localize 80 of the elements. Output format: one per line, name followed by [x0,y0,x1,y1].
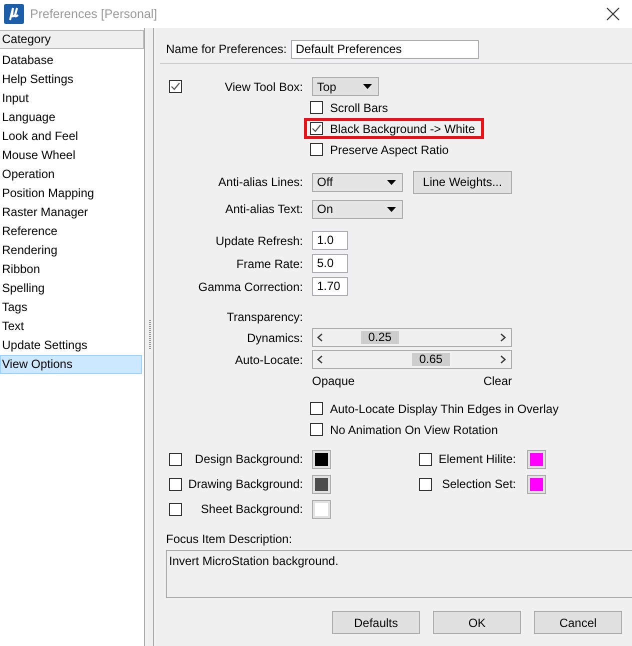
checkbox[interactable] [169,452,182,466]
category-item[interactable]: Input [0,89,142,108]
category-item[interactable]: Text [0,317,142,336]
field-label: Selection Set: [440,477,516,491]
category-item[interactable]: Update Settings [0,336,142,355]
checkbox[interactable] [310,143,323,156]
dropdown-arrow-icon[interactable] [387,206,396,212]
slider-track[interactable]: 0.65 [312,350,512,369]
field-label: Name for Preferences: [166,42,287,56]
field-label: Anti-alias Text: [224,202,303,216]
app-logo-icon [4,4,24,24]
category-item[interactable]: Language [0,108,142,127]
description-text: Invert MicroStation background. [169,554,338,568]
section-label: Transparency: [226,310,303,324]
checkbox[interactable] [310,122,323,135]
checkbox[interactable] [419,478,432,490]
close-icon[interactable] [606,7,620,21]
category-item[interactable]: Ribbon [0,260,142,279]
checkbox-label: Scroll Bars [330,100,388,114]
field-label: Frame Rate: [235,256,303,270]
field-label: Drawing Background: [187,477,303,491]
dropdown[interactable]: Off [312,172,403,192]
checkbox[interactable] [310,423,323,436]
slider-track[interactable]: 0.25 [312,328,512,347]
field-label: Anti-alias Lines: [217,175,303,189]
window-title: Preferences [Personal] [30,7,158,21]
checkbox[interactable] [419,452,432,466]
splitter-handle[interactable] [149,320,151,350]
slider-thumb[interactable]: 0.65 [412,353,450,366]
field-label: Update Refresh: [214,234,303,248]
category-item[interactable]: Reference [0,222,142,241]
slider-thumb[interactable]: 0.25 [360,331,399,344]
line-weights-button[interactable]: Line Weights... [413,170,512,194]
checkbox[interactable] [310,101,323,114]
checkbox[interactable] [310,402,323,415]
dropdown-arrow-icon[interactable] [387,180,396,184]
category-item[interactable]: Position Mapping [0,184,142,203]
checkbox[interactable] [169,478,182,490]
field-label: Gamma Correction: [197,280,303,294]
category-item[interactable]: Tags [0,298,142,317]
scale-label: Opaque [312,374,355,388]
category-item[interactable]: Database [0,51,142,70]
field-label: View Tool Box: [224,80,303,94]
field-label: Dynamics: [246,330,303,344]
color-swatch[interactable] [312,500,331,518]
dropdown-arrow-icon[interactable] [363,84,372,89]
field-label: Auto-Locate: [234,352,303,366]
color-swatch[interactable] [312,450,331,468]
color-swatch[interactable] [527,450,546,468]
dialog-button[interactable]: Cancel [534,611,622,634]
category-item[interactable]: Operation [0,165,142,184]
checkbox-label: Preserve Aspect Ratio [330,142,449,156]
category-item[interactable]: Mouse Wheel [0,146,142,165]
checkbox[interactable] [169,502,182,516]
category-item[interactable]: Raster Manager [0,203,142,222]
column-header: Category [0,30,144,49]
dropdown[interactable]: Top [312,77,379,96]
description-label: Focus Item Description: [166,532,292,546]
field-label: Design Background: [194,452,303,466]
category-item[interactable]: Look and Feel [0,127,142,146]
color-swatch[interactable] [312,474,331,494]
category-item[interactable]: Spelling [0,279,142,298]
field-label: Element Hilite: [438,452,516,466]
dialog-button[interactable]: Defaults [332,611,420,634]
checkbox[interactable] [169,80,182,93]
dialog-button[interactable]: OK [433,611,521,634]
scale-label: Clear [483,374,512,388]
color-swatch[interactable] [527,474,546,494]
checkbox-label: Auto-Locate Display Thin Edges in Overlay [330,402,559,416]
field-label: Sheet Background: [200,502,303,516]
checkbox-label: No Animation On View Rotation [330,422,498,436]
category-item[interactable]: Rendering [0,241,142,260]
dropdown[interactable]: On [312,200,403,218]
checkbox-label: Black Background -> White [330,122,476,136]
category-item[interactable]: Help Settings [0,70,142,89]
category-item[interactable]: View Options [0,355,142,374]
number-field[interactable]: 1.0 [312,231,348,250]
number-field[interactable]: 5.0 [312,254,348,273]
number-field[interactable]: 1.70 [312,277,348,296]
name-field[interactable]: Default Preferences [290,40,479,58]
